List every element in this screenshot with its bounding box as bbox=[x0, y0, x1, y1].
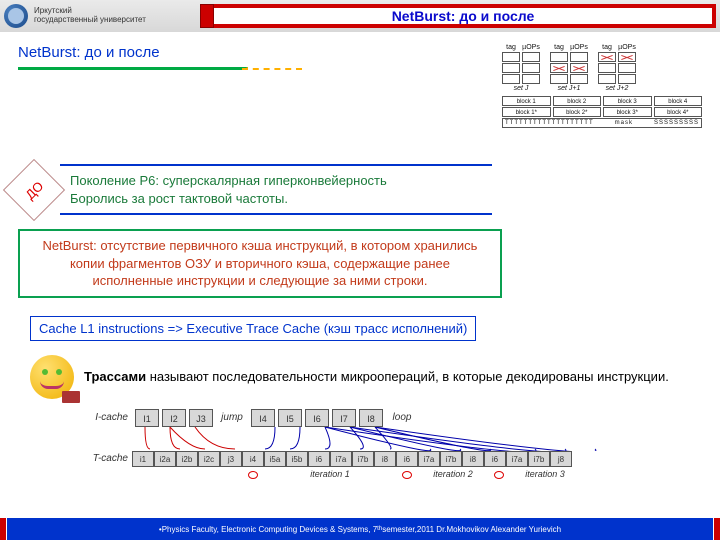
university-name: Иркутский государственный университет bbox=[34, 7, 146, 25]
p6-generation-box: Поколение P6: суперскалярная гиперконвей… bbox=[60, 164, 492, 215]
university-logo-icon bbox=[4, 4, 28, 28]
loop-marker-icon bbox=[494, 471, 504, 479]
subtitle-underline bbox=[18, 67, 248, 70]
cache-sets-diagram: tagµOPs set J tagµOPs set J+1 tagµOPs bbox=[502, 44, 702, 154]
university-line2: государственный университет bbox=[34, 16, 146, 25]
iteration-2-label: iteration 2 bbox=[418, 469, 488, 479]
subtitle: NetBurst: до и после bbox=[18, 44, 248, 61]
do-badge: ДО bbox=[3, 158, 65, 220]
jump-label: jump bbox=[216, 412, 248, 423]
slide-content: NetBurst: до и после tagµOPs set J tagµO… bbox=[0, 32, 720, 479]
trace-definition: Трассами называют последовательности мик… bbox=[84, 368, 669, 386]
iteration-1-label: iteration 1 bbox=[264, 469, 396, 479]
netburst-desc-box: NetBurst: отсутствие первичного кэша инс… bbox=[18, 229, 502, 298]
footer-accent-right bbox=[714, 518, 720, 540]
tcache-label: T-cache bbox=[80, 453, 132, 464]
box1-line2: Боролись за рост тактовой частоты. bbox=[70, 190, 482, 208]
iteration-3-label: iteration 3 bbox=[510, 469, 580, 479]
footer-text: •Physics Faculty, Electronic Computing D… bbox=[6, 518, 714, 540]
title-wrap: NetBurst: до и после bbox=[200, 4, 716, 28]
trace-bold: Трассами bbox=[84, 369, 146, 384]
footer-bar: •Physics Faculty, Electronic Computing D… bbox=[0, 518, 720, 540]
slide-title: NetBurst: до и после bbox=[214, 4, 716, 28]
pipeline-diagram: I-cache I1 I2 J3 jump I4 I5 I6 I7 I8 loo… bbox=[80, 409, 640, 479]
icache-label: I-cache bbox=[80, 412, 132, 423]
loop-label: loop bbox=[386, 412, 418, 423]
cache-trace-box: Cache L1 instructions => Executive Trace… bbox=[30, 316, 476, 341]
box1-line1: Поколение P6: суперскалярная гиперконвей… bbox=[70, 172, 482, 190]
pipeline-arcs-icon bbox=[140, 427, 640, 451]
loop-marker-icon bbox=[402, 471, 412, 479]
trace-rest: называют последовательности микроопераци… bbox=[146, 369, 669, 384]
reading-emoji-icon bbox=[30, 355, 74, 399]
header-bar: Иркутский государственный университет Ne… bbox=[0, 0, 720, 32]
header-left: Иркутский государственный университет bbox=[0, 4, 146, 28]
loop-marker-icon bbox=[248, 471, 258, 479]
title-red-accent bbox=[200, 4, 214, 28]
